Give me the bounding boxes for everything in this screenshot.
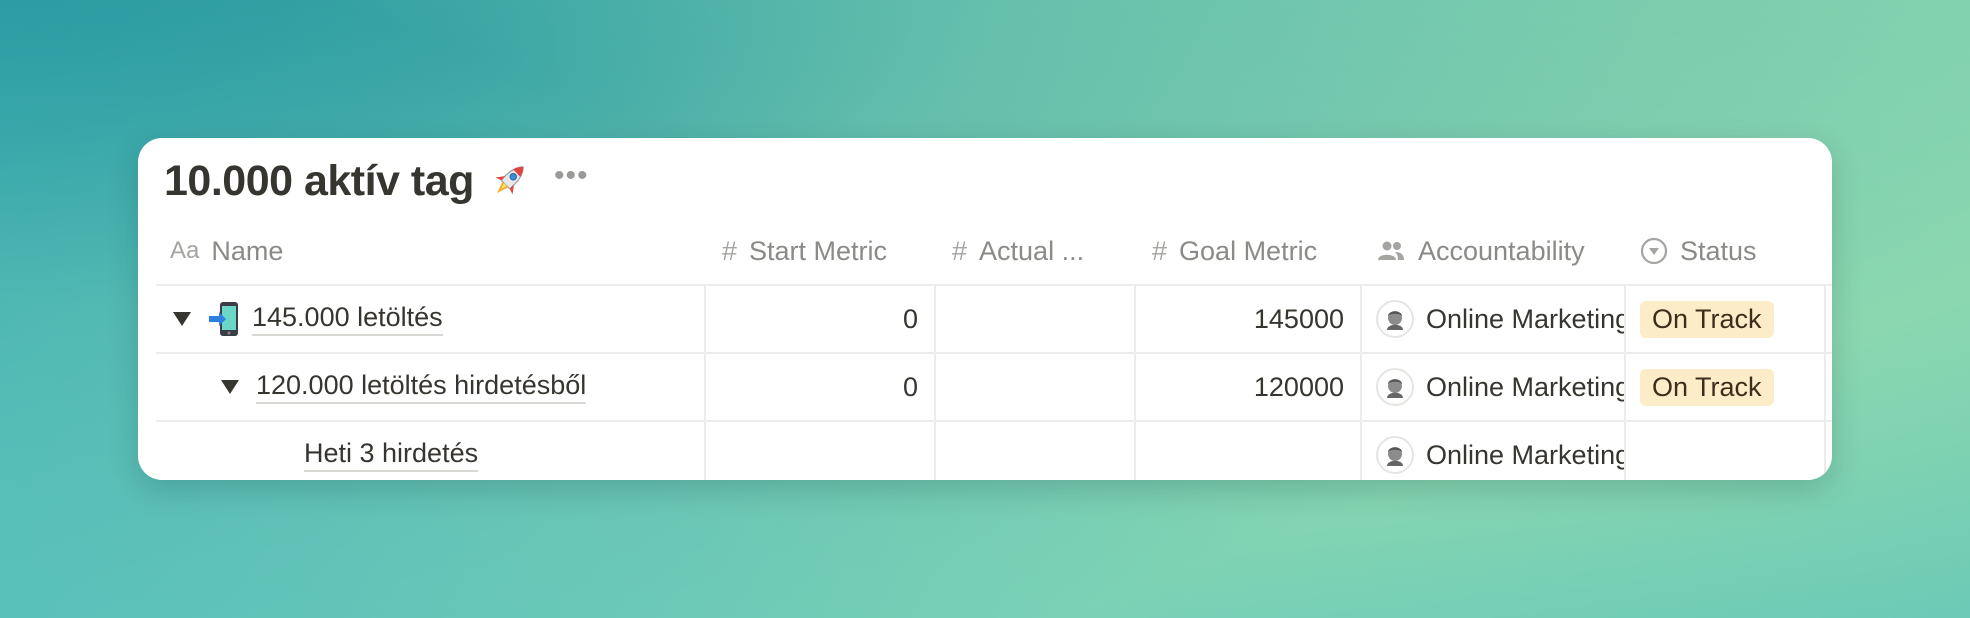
column-header-actual[interactable]: # Actual ... (936, 218, 1136, 284)
toggle-expanded-icon[interactable] (170, 307, 194, 331)
name-cell[interactable]: 120.000 letöltés hirdetésből (156, 354, 706, 420)
accountability-cell[interactable]: Online Marketing (1362, 354, 1626, 420)
row-end (1826, 354, 1832, 420)
database-table: Aa Name # Start Metric # Actual ... # Go… (156, 218, 1832, 480)
column-label: Accountability (1418, 235, 1585, 266)
toggle-expanded-icon[interactable] (218, 375, 242, 399)
table-row[interactable]: 145.000 letöltés 0 145000 Online Marketi… (156, 286, 1832, 354)
goal-metric-cell[interactable] (1136, 422, 1362, 480)
status-cell[interactable] (1626, 422, 1826, 480)
table-header: Aa Name # Start Metric # Actual ... # Go… (156, 218, 1832, 286)
column-header-accountability[interactable]: Accountability (1362, 218, 1626, 284)
people-icon (1376, 240, 1406, 262)
status-cell[interactable]: On Track (1626, 286, 1826, 352)
actual-cell[interactable] (936, 286, 1136, 352)
more-options-button[interactable]: ••• (554, 161, 589, 201)
hash-icon: # (952, 235, 968, 266)
column-label: Status (1680, 235, 1757, 266)
row-end (1826, 422, 1832, 480)
database-title[interactable]: 10.000 aktív tag (164, 157, 474, 206)
avatar (1376, 300, 1414, 338)
name-cell[interactable]: Heti 3 hirdetés (156, 422, 706, 480)
column-header-goal-metric[interactable]: # Goal Metric (1136, 218, 1362, 284)
column-label: Start Metric (749, 235, 888, 266)
avatar (1376, 436, 1414, 474)
column-label: Goal Metric (1179, 235, 1318, 266)
goal-metric-cell[interactable]: 120000 (1136, 354, 1362, 420)
avatar (1376, 368, 1414, 406)
start-metric-cell[interactable]: 0 (706, 354, 936, 420)
person-name: Online Marketing (1426, 371, 1626, 402)
hash-icon: # (722, 235, 738, 266)
name-cell[interactable]: 145.000 letöltés (156, 286, 706, 352)
accountability-cell[interactable]: Online Marketing (1362, 422, 1626, 480)
row-title-link[interactable]: 120.000 letöltés hirdetésből (256, 370, 587, 404)
column-header-start-metric[interactable]: # Start Metric (706, 218, 936, 284)
goal-metric-cell[interactable]: 145000 (1136, 286, 1362, 352)
table-row[interactable]: Heti 3 hirdetés Online Marketing (156, 422, 1832, 480)
mobile-phone-arrow-icon (208, 300, 242, 338)
status-cell[interactable]: On Track (1626, 354, 1826, 420)
status-badge: On Track (1640, 300, 1774, 338)
row-title-link[interactable]: 145.000 letöltés (252, 302, 443, 336)
rocket-icon (486, 158, 532, 204)
status-badge: On Track (1640, 368, 1774, 406)
accountability-cell[interactable]: Online Marketing (1362, 286, 1626, 352)
person-name: Online Marketing (1426, 439, 1626, 470)
row-end (1826, 286, 1832, 352)
text-aa-icon: Aa (170, 237, 200, 264)
table-row[interactable]: 120.000 letöltés hirdetésből 0 120000 On… (156, 354, 1832, 422)
column-label: Name (211, 235, 284, 266)
actual-cell[interactable] (936, 422, 1136, 480)
column-header-name[interactable]: Aa Name (156, 218, 706, 284)
start-metric-cell[interactable] (706, 422, 936, 480)
hash-icon: # (1152, 235, 1168, 266)
actual-cell[interactable] (936, 354, 1136, 420)
database-header: 10.000 aktív tag ••• (164, 152, 588, 210)
status-icon (1640, 237, 1668, 265)
database-card: 10.000 aktív tag ••• Aa Name # Start Met… (138, 138, 1832, 480)
column-label: Actual ... (979, 235, 1085, 266)
person-name: Online Marketing (1426, 303, 1626, 334)
column-header-status[interactable]: Status (1626, 218, 1826, 284)
start-metric-cell[interactable]: 0 (706, 286, 936, 352)
row-title-link[interactable]: Heti 3 hirdetés (304, 438, 479, 472)
